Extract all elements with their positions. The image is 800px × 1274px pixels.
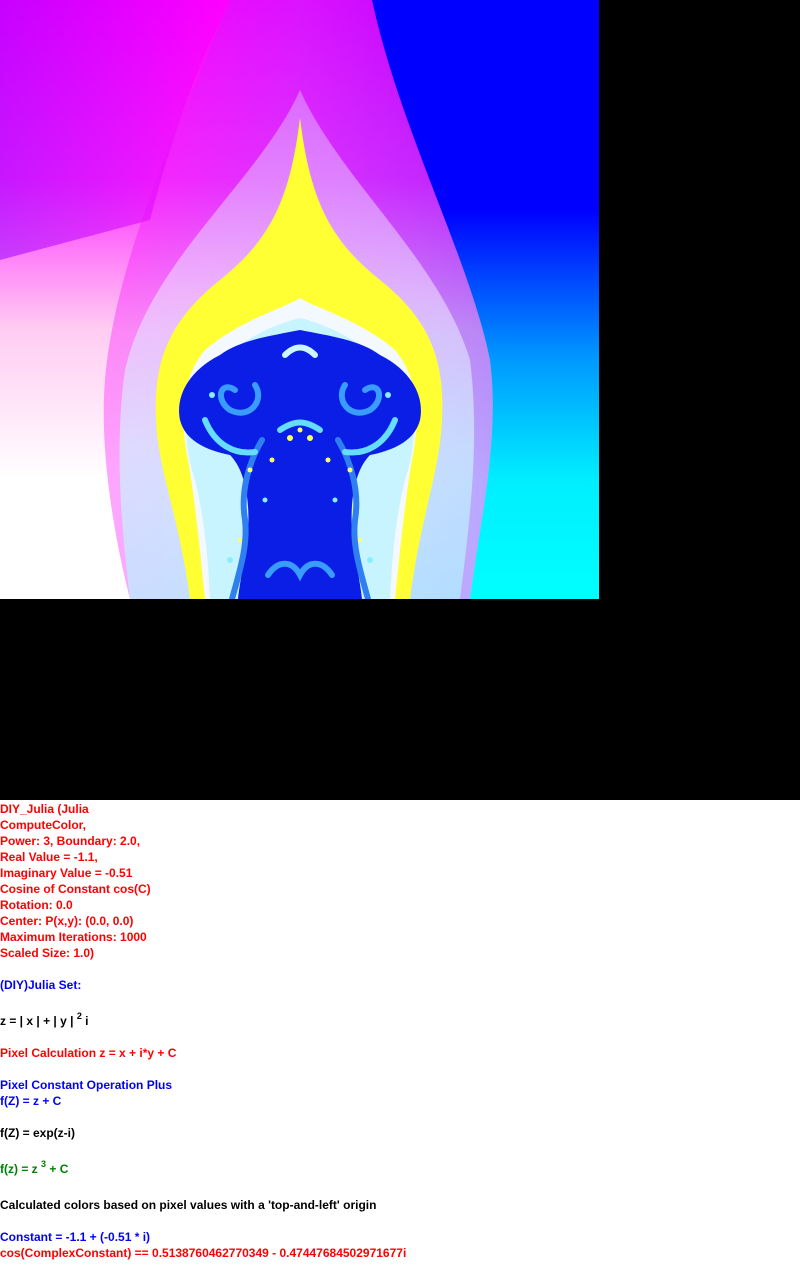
param-max-iterations: Maximum Iterations: 1000 (0, 930, 147, 944)
param-center: Center: P(x,y): (0.0, 0.0) (0, 914, 134, 928)
param-compute-color: ComputeColor, (0, 818, 86, 832)
param-rotation: Rotation: 0.0 (0, 898, 73, 912)
fractal-image (0, 0, 599, 599)
param-header: DIY_Julia (Julia (0, 802, 89, 816)
param-power-boundary: Power: 3, Boundary: 2.0, (0, 834, 141, 848)
colors-note: Calculated colors based on pixel values … (0, 1198, 377, 1212)
param-imaginary-value: Imaginary Value = -0.51 (0, 866, 133, 880)
render-area (0, 0, 800, 800)
constant-operation-formula: f(Z) = z + C (0, 1094, 62, 1108)
param-scaled-size: Scaled Size: 1.0) (0, 946, 95, 960)
param-real-value: Real Value = -1.1, (0, 850, 98, 864)
constant-line: Constant = -1.1 + (-0.51 * i) (0, 1230, 151, 1244)
constant-operation-title: Pixel Constant Operation Plus (0, 1078, 173, 1092)
cos-constant-line: cos(ComplexConstant) == 0.51387604627703… (0, 1246, 407, 1260)
info-panel: DIY_Julia (Julia ComputeColor, Power: 3,… (0, 801, 800, 1261)
param-cosine: Cosine of Constant cos(C) (0, 882, 151, 896)
z-formula: z = | x | + | y | 2 i (0, 1011, 89, 1029)
set-title: (DIY)Julia Set: (0, 978, 82, 992)
pixel-calculation: Pixel Calculation z = x + i*y + C (0, 1046, 177, 1060)
exp-formula: f(Z) = exp(z-i) (0, 1126, 75, 1140)
iteration-formula: f(z) = z 3 + C (0, 1159, 69, 1177)
